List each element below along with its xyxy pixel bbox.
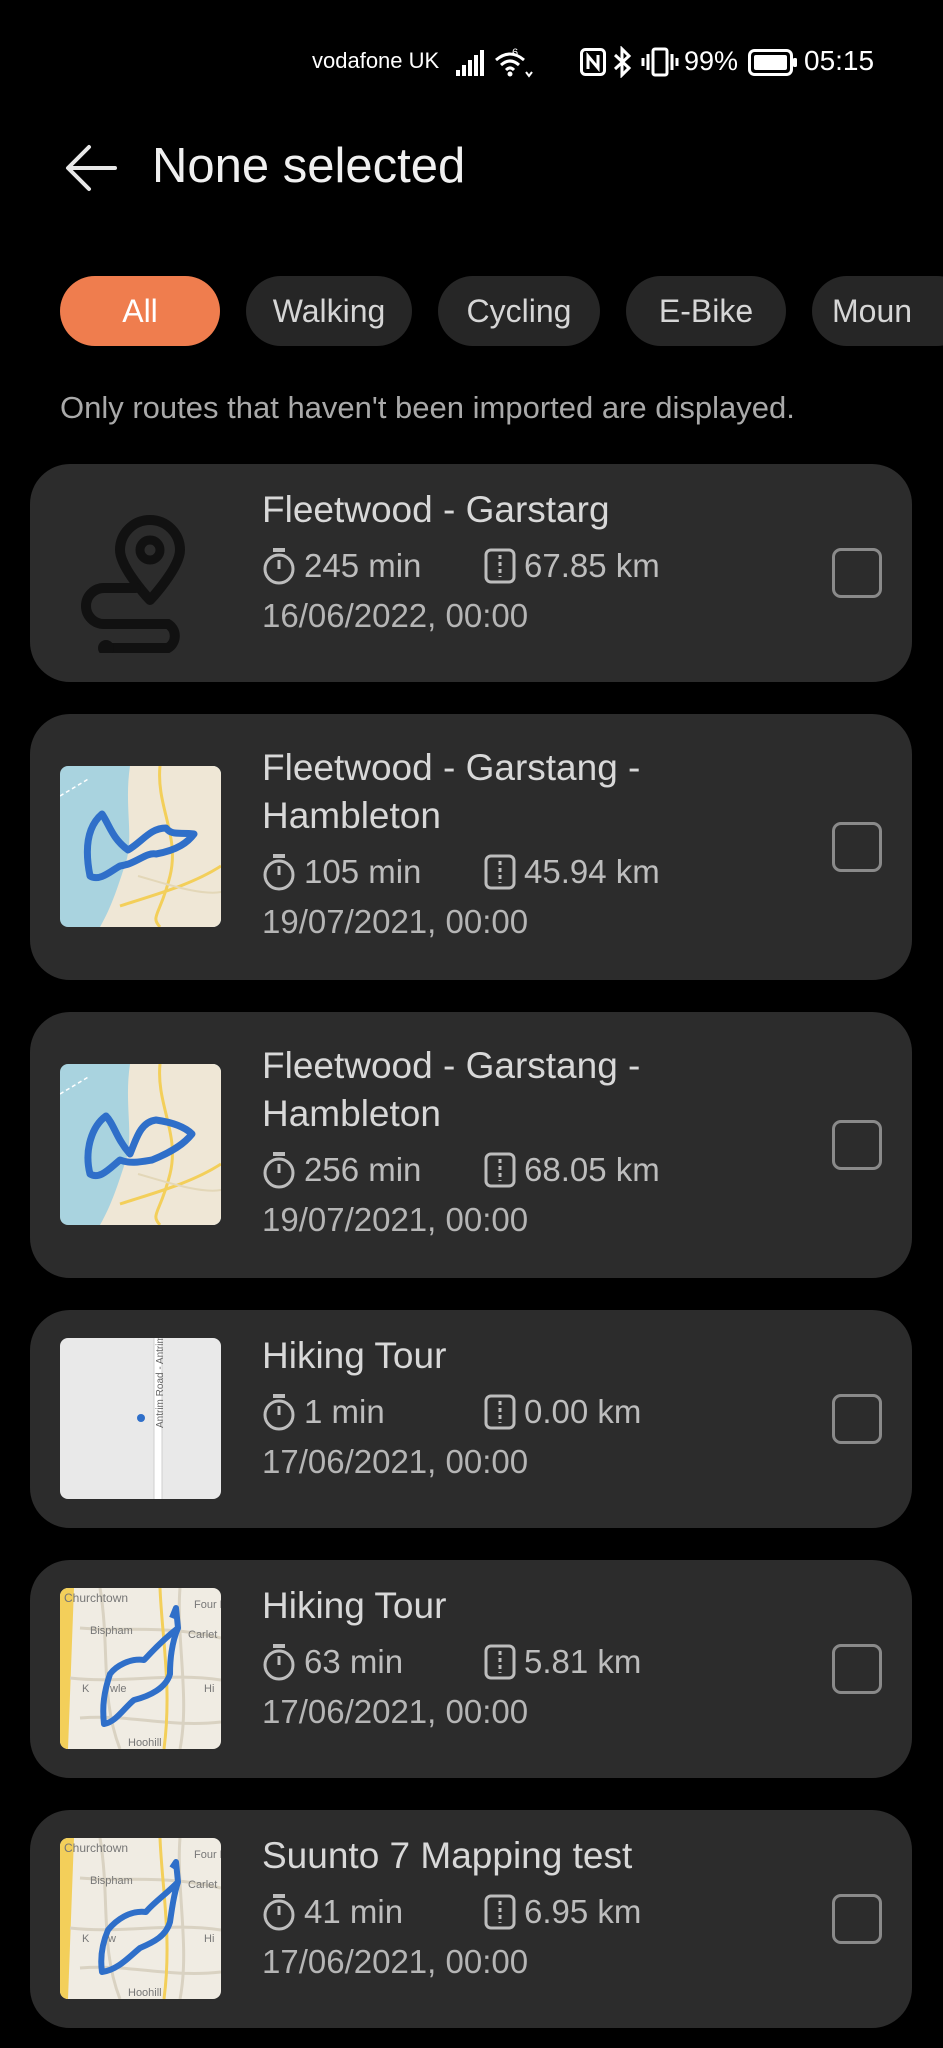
route-title: Fleetwood - Garstang - — [262, 1045, 641, 1086]
map-label: Bispham — [90, 1625, 133, 1637]
route-date: 17/06/2021, 00:00 — [262, 1443, 529, 1480]
route-item[interactable]: Fleetwood - Garstang - Hambleton 105 min… — [30, 714, 912, 980]
filter-chip-walking[interactable]: Walking — [246, 276, 412, 346]
stopwatch-icon — [263, 1394, 295, 1431]
distance-icon — [484, 1644, 516, 1680]
map-label: Hoohill — [128, 1987, 162, 1999]
route-checkbox[interactable] — [832, 1644, 882, 1694]
route-duration: 105 min — [304, 853, 422, 890]
back-button[interactable] — [56, 133, 126, 203]
map-label: Carlet — [188, 1879, 217, 1891]
route-title: Hiking Tour — [262, 1585, 447, 1626]
map-label: Bispham — [90, 1875, 133, 1887]
route-map-thumbnail: Churchtown Bispham Four L Carlet K w Hi … — [60, 1838, 221, 1999]
distance-icon — [484, 1394, 516, 1430]
back-arrow-icon — [66, 145, 117, 191]
stopwatch-icon — [263, 548, 295, 585]
map-label: Churchtown — [64, 1591, 128, 1605]
route-item[interactable]: Churchtown Bispham Four L Carlet K wle H… — [30, 1560, 912, 1778]
map-label: Four L — [194, 1599, 221, 1611]
map-label: Hi — [204, 1933, 214, 1945]
filter-chip-mountain[interactable]: Moun — [812, 276, 943, 346]
route-map-thumbnail — [60, 766, 221, 927]
map-label: Hi — [204, 1683, 214, 1695]
map-label: K — [82, 1683, 90, 1695]
route-duration: 245 min — [304, 547, 422, 584]
route-title: Suunto 7 Mapping test — [262, 1835, 633, 1876]
route-date: 17/06/2021, 00:00 — [262, 1943, 529, 1980]
distance-icon — [484, 548, 516, 584]
route-title-line-2: Hambleton — [262, 795, 441, 836]
route-checkbox[interactable] — [832, 1394, 882, 1444]
route-date: 17/06/2021, 00:00 — [262, 1693, 529, 1730]
route-title: Fleetwood - Garstang - — [262, 747, 641, 788]
map-label: Carlet — [188, 1629, 217, 1641]
map-label: K — [82, 1933, 90, 1945]
route-map-thumbnail: Churchtown Bispham Four L Carlet K wle H… — [60, 1588, 221, 1749]
wifi-icon: 6 — [495, 47, 533, 78]
route-distance: 67.85 km — [524, 547, 660, 584]
status-bar: vodafone UK 6 99% 05:15 — [0, 0, 943, 130]
route-placeholder-icon — [60, 492, 221, 653]
clock: 05:15 — [804, 45, 875, 76]
signal-icon — [456, 50, 484, 76]
bluetooth-icon — [613, 46, 632, 78]
route-item[interactable]: Fleetwood - Garstang - Hambleton 256 min… — [30, 1012, 912, 1278]
route-item[interactable]: Churchtown Bispham Four L Carlet K w Hi … — [30, 1810, 912, 2028]
map-label: w — [107, 1933, 116, 1945]
nfc-icon — [580, 48, 606, 76]
battery-icon — [748, 49, 797, 76]
page-title: None selected — [152, 139, 466, 193]
route-distance: 6.95 km — [524, 1893, 642, 1930]
stopwatch-icon — [263, 1894, 295, 1931]
route-title: Fleetwood - Garstarg — [262, 489, 610, 530]
route-checkbox[interactable] — [832, 1120, 882, 1170]
map-street-label: Antrim Road - Antrim — [155, 1338, 166, 1428]
route-distance: 68.05 km — [524, 1151, 660, 1188]
route-duration: 63 min — [304, 1643, 404, 1680]
battery-percent: 99% — [684, 46, 739, 76]
map-label: wle — [109, 1683, 127, 1695]
activity-filter-bar: All Walking Cycling E-Bike Moun — [60, 276, 943, 346]
route-title-line-2: Hambleton — [262, 1093, 441, 1134]
vibrate-icon — [641, 47, 679, 77]
route-checkbox[interactable] — [832, 548, 882, 598]
filter-chip-ebike[interactable]: E-Bike — [626, 276, 786, 346]
route-distance: 45.94 km — [524, 853, 660, 890]
import-note: Only routes that haven't been imported a… — [60, 390, 795, 425]
route-map-thumbnail: Antrim Road - Antrim — [60, 1338, 221, 1499]
route-distance: 5.81 km — [524, 1643, 642, 1680]
stopwatch-icon — [263, 1152, 295, 1189]
filter-chip-all[interactable]: All — [60, 276, 220, 346]
route-date: 19/07/2021, 00:00 — [262, 1201, 529, 1238]
stopwatch-icon — [263, 1644, 295, 1681]
route-checkbox[interactable] — [832, 822, 882, 872]
carrier-name: vodafone UK — [312, 48, 440, 73]
distance-icon — [484, 1894, 516, 1930]
map-label: Churchtown — [64, 1841, 128, 1855]
route-duration: 1 min — [304, 1393, 385, 1430]
stopwatch-icon — [263, 854, 295, 891]
map-label: Hoohill — [128, 1737, 162, 1749]
distance-icon — [484, 1152, 516, 1188]
route-title: Hiking Tour — [262, 1335, 447, 1376]
route-date: 16/06/2022, 00:00 — [262, 597, 529, 634]
map-label: Four L — [194, 1849, 221, 1861]
route-date: 19/07/2021, 00:00 — [262, 903, 529, 940]
route-checkbox[interactable] — [832, 1894, 882, 1944]
app-bar: None selected — [0, 130, 943, 260]
route-duration: 256 min — [304, 1151, 422, 1188]
route-distance: 0.00 km — [524, 1393, 642, 1430]
filter-chip-cycling[interactable]: Cycling — [438, 276, 600, 346]
route-item[interactable]: Fleetwood - Garstarg 245 min 67.85 km 16… — [30, 464, 912, 682]
route-duration: 41 min — [304, 1893, 404, 1930]
distance-icon — [484, 854, 516, 890]
route-item[interactable]: Antrim Road - Antrim Hiking Tour 1 min 0… — [30, 1310, 912, 1528]
route-map-thumbnail — [60, 1064, 221, 1225]
route-list: Fleetwood - Garstarg 245 min 67.85 km 16… — [30, 464, 912, 2048]
